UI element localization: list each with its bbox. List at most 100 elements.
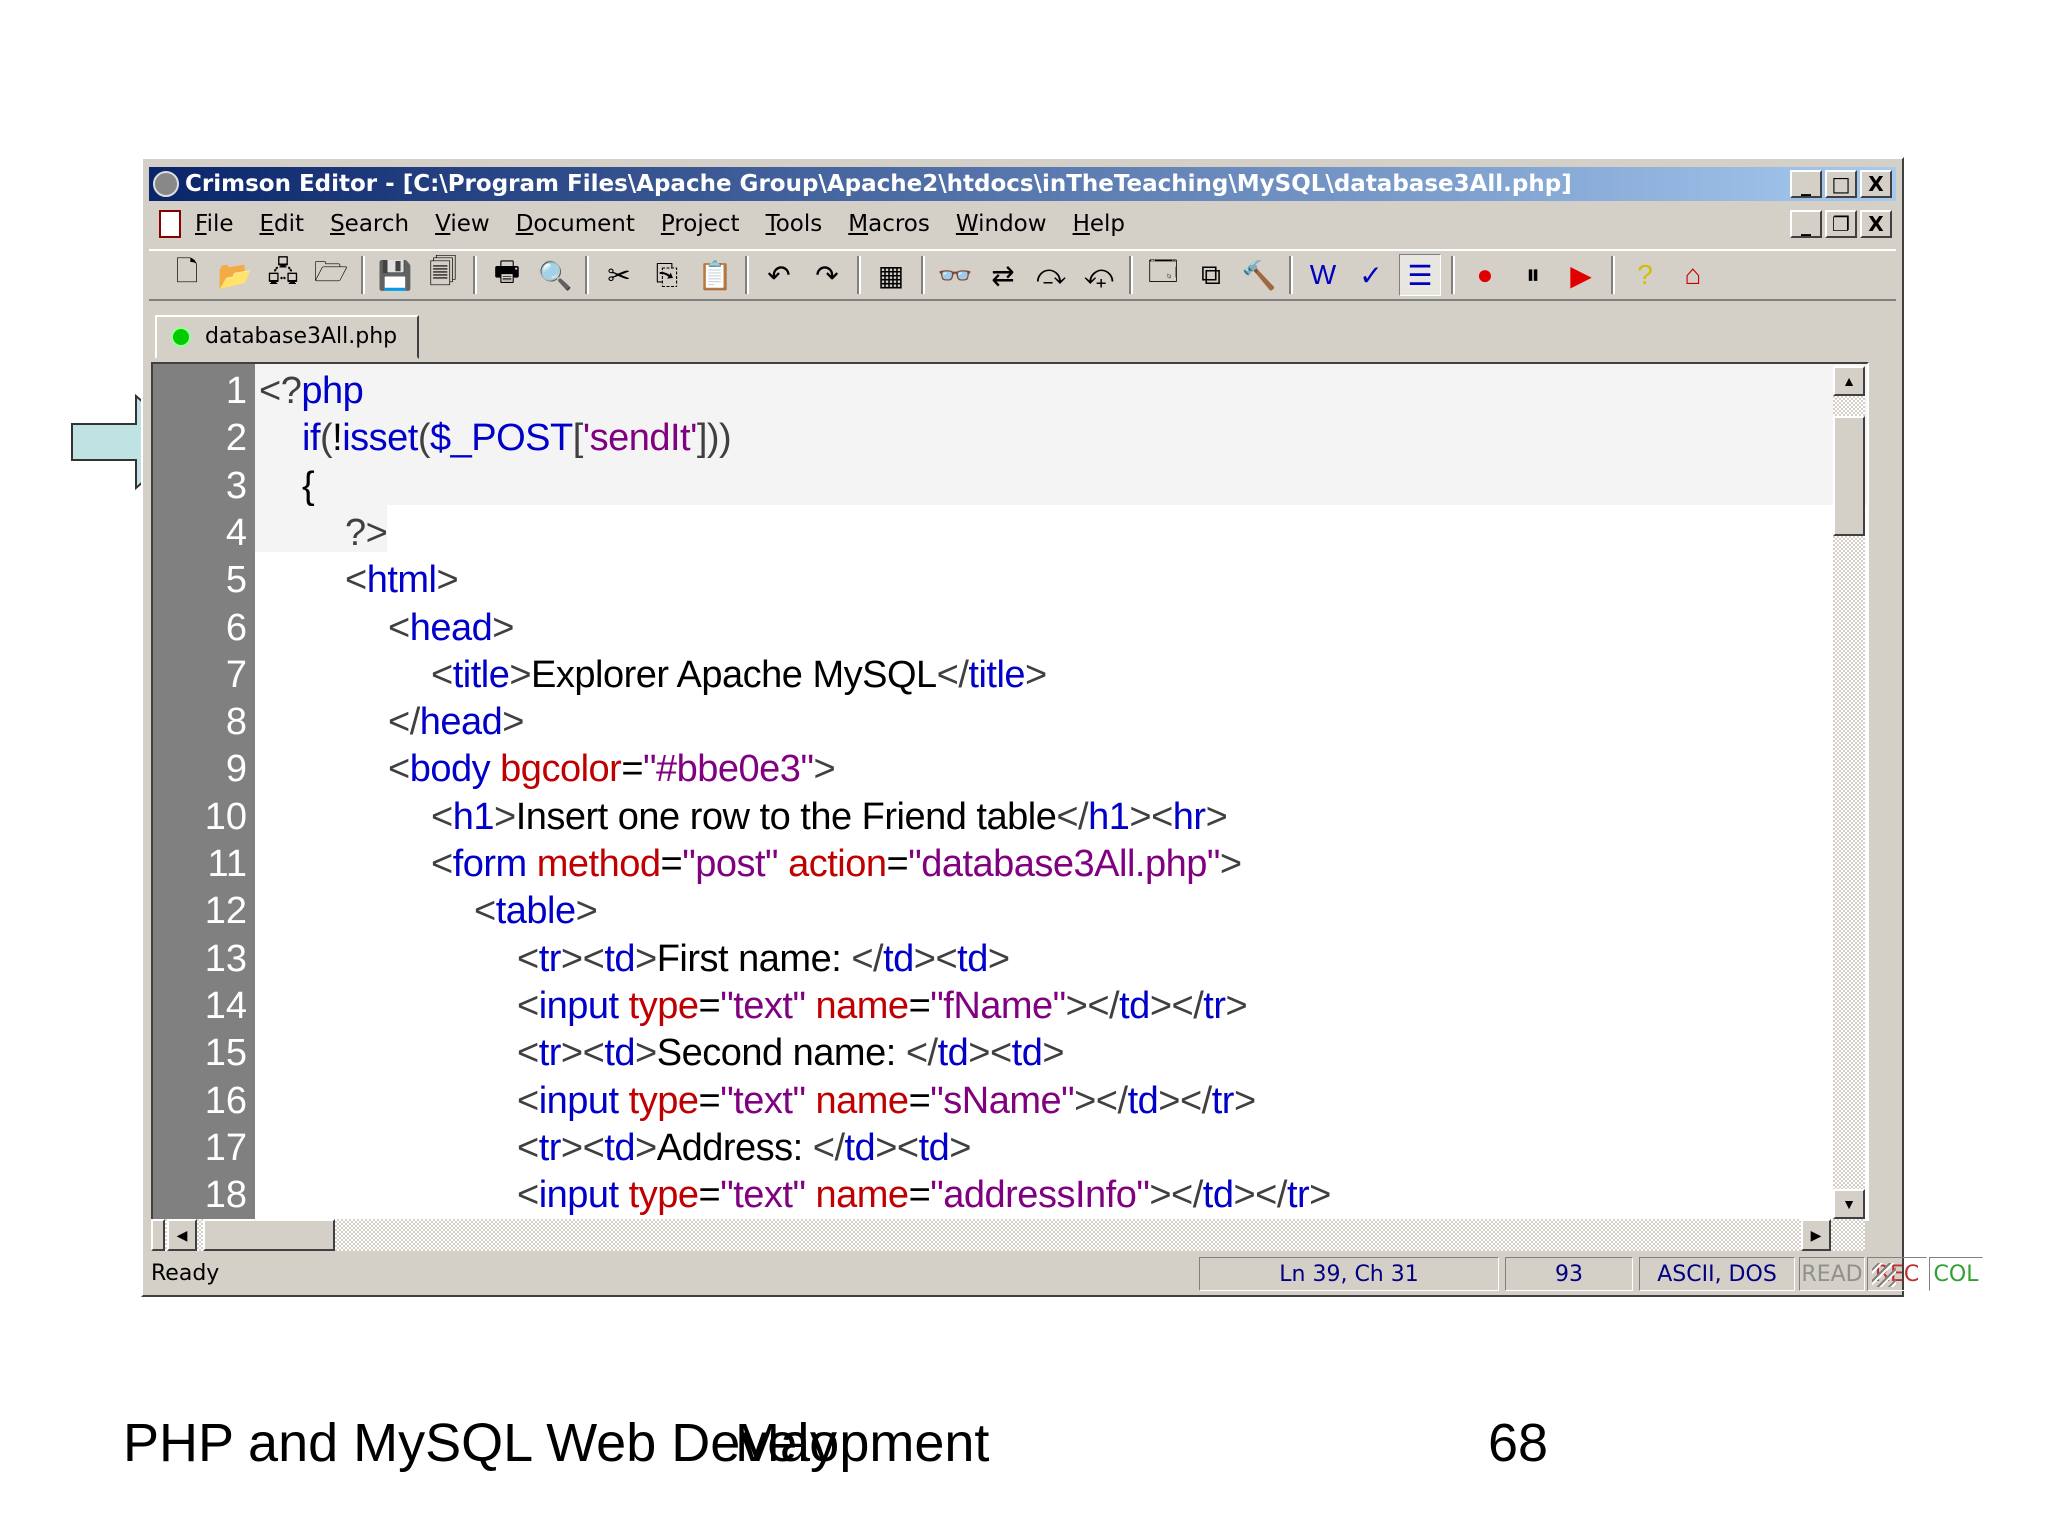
code-token-tag: td	[1127, 1079, 1159, 1122]
code-token-br: ><	[560, 1126, 605, 1169]
redo-button[interactable]: ↷	[807, 255, 847, 295]
print-preview-button[interactable]: 🔍	[535, 255, 575, 295]
menu-help[interactable]: Help	[1073, 207, 1125, 241]
column-mode-button[interactable]: ▦	[871, 255, 911, 295]
find-prev-icon: ⤽	[1084, 258, 1114, 290]
code-token-plain: Insert one row to the Friend table	[515, 795, 1057, 838]
horizontal-scroll-thumb[interactable]	[203, 1219, 335, 1251]
code-editor[interactable]: 1 2 3 4 5 6 7 8 9 10 11 12 13 14 15 16 17 18 <?php if(!iss…	[151, 362, 1869, 1221]
pause-macro-button[interactable]: ⏸	[1513, 255, 1553, 295]
help-icon: ?	[1637, 259, 1653, 290]
document-icon[interactable]	[159, 210, 181, 238]
resize-grip[interactable]	[1872, 1263, 1896, 1287]
paste-button[interactable]: 📋	[695, 255, 735, 295]
save-button[interactable]: 💾	[375, 255, 415, 295]
code-token-tag: td	[937, 1032, 969, 1075]
vertical-scrollbar[interactable]: ▲ ▼	[1833, 366, 1865, 1219]
line-number: 6	[225, 606, 247, 649]
code-token-tag: html	[366, 559, 437, 602]
windows-button[interactable]: ⧉	[1191, 255, 1231, 295]
code-token-tag: tr	[538, 937, 562, 980]
code-token-br: (	[417, 417, 431, 460]
line-number: 14	[204, 984, 247, 1027]
find-prev-button[interactable]: ⤽	[1079, 255, 1119, 295]
open-remote-button[interactable]: 🖧	[263, 255, 303, 295]
open-file-button[interactable]: 📂	[215, 255, 255, 295]
file-status-icon	[171, 327, 191, 347]
code-line: <input type="text" name="sName"></td></t…	[517, 1078, 1256, 1125]
menu-document[interactable]: Document	[516, 207, 635, 241]
vertical-scroll-thumb[interactable]	[1833, 416, 1865, 536]
code-token-br: >	[493, 795, 516, 838]
word-wrap-button[interactable]: W	[1303, 255, 1343, 295]
tools-button[interactable]: 🔨	[1239, 255, 1279, 295]
open-project-icon: 🗔	[1147, 256, 1179, 287]
print-button[interactable]: 🖶	[487, 255, 527, 295]
code-token-str: "sName"	[930, 1079, 1075, 1122]
help-button[interactable]: ?	[1625, 255, 1665, 295]
code-token-br: </	[905, 1032, 938, 1075]
doc-restore-button[interactable]: ❐	[1825, 210, 1857, 238]
minimize-button[interactable]: _	[1790, 170, 1822, 198]
line-numbers-button[interactable]: ☰	[1399, 254, 1441, 296]
code-token-tag: hr	[1172, 795, 1206, 838]
code-line: {	[302, 463, 315, 510]
copy-button[interactable]: ⎘	[647, 255, 687, 295]
open-remote-icon: 🖧	[267, 256, 299, 287]
menu-search[interactable]: Search	[330, 207, 409, 241]
find-button[interactable]: 👓	[935, 255, 975, 295]
horizontal-scrollbar[interactable]: ◀ ▶	[151, 1219, 1865, 1251]
doc-minimize-button[interactable]: _	[1790, 210, 1822, 238]
scroll-right-button[interactable]: ▶	[1801, 1219, 1831, 1251]
open-project-button[interactable]: 🗔	[1143, 255, 1183, 295]
doc-close-button[interactable]: X	[1860, 210, 1892, 238]
close-button[interactable]: X	[1860, 170, 1892, 198]
replace-button[interactable]: ⇄	[983, 255, 1023, 295]
undo-button[interactable]: ↶	[759, 255, 799, 295]
code-line: <head>	[388, 605, 514, 652]
code-token-attr: name	[815, 1079, 910, 1122]
record-macro-button[interactable]: ●	[1465, 255, 1505, 295]
find-next-button[interactable]: ⤼	[1031, 255, 1071, 295]
code-token-tag: form	[452, 843, 537, 885]
toolbar-separator	[1451, 256, 1455, 294]
scroll-left-button[interactable]: ◀	[167, 1219, 197, 1251]
menu-file[interactable]: File	[195, 207, 234, 241]
code-token-tag: td	[883, 937, 914, 980]
menu-window[interactable]: Window	[956, 207, 1047, 241]
menu-view[interactable]: View	[435, 207, 490, 241]
line-number: 7	[225, 653, 247, 696]
new-file-button[interactable]: 🗋	[167, 255, 207, 295]
line-number-gutter: 1 2 3 4 5 6 7 8 9 10 11 12 13 14 15 16 17 18	[153, 364, 255, 1219]
split-handle[interactable]	[151, 1219, 165, 1251]
app-icon	[153, 171, 179, 197]
scroll-down-button[interactable]: ▼	[1833, 1189, 1865, 1219]
reopen-button[interactable]: 🗁	[311, 255, 351, 295]
save-all-button[interactable]: 🗐	[423, 255, 463, 295]
menu-macros[interactable]: Macros	[848, 207, 930, 241]
menu-tools[interactable]: Tools	[766, 207, 823, 241]
home-button[interactable]: ⌂	[1673, 255, 1713, 295]
maximize-button[interactable]: □	[1825, 170, 1857, 198]
title-bar[interactable]: Crimson Editor - [C:\Program Files\Apach…	[149, 167, 1896, 201]
toolbar-separator	[585, 256, 589, 294]
code-line: <input type="text" name="addressInfo"></…	[517, 1172, 1331, 1219]
tab-database3all[interactable]: database3All.php	[155, 315, 420, 359]
status-col: COL	[1929, 1257, 1983, 1291]
menu-edit[interactable]: Edit	[260, 207, 305, 241]
scroll-up-button[interactable]: ▲	[1833, 366, 1865, 396]
code-token-br: </	[388, 701, 420, 744]
code-token-br: ><	[1129, 795, 1173, 838]
code-token-tag: body	[409, 748, 501, 791]
spell-check-button[interactable]: ✓	[1351, 255, 1391, 295]
code-token-br: ></	[1149, 984, 1204, 1027]
toolbar-separator	[1611, 256, 1615, 294]
menu-project[interactable]: Project	[661, 207, 740, 241]
cut-button[interactable]: ✂	[599, 255, 639, 295]
code-token-br: >	[949, 1126, 971, 1169]
code-token-tag: td	[844, 1126, 876, 1169]
play-macro-button[interactable]: ▶	[1561, 255, 1601, 295]
code-token-br: >	[509, 653, 532, 696]
open-file-icon: 📂	[217, 259, 253, 291]
code-token-tag: h1	[1088, 795, 1130, 838]
